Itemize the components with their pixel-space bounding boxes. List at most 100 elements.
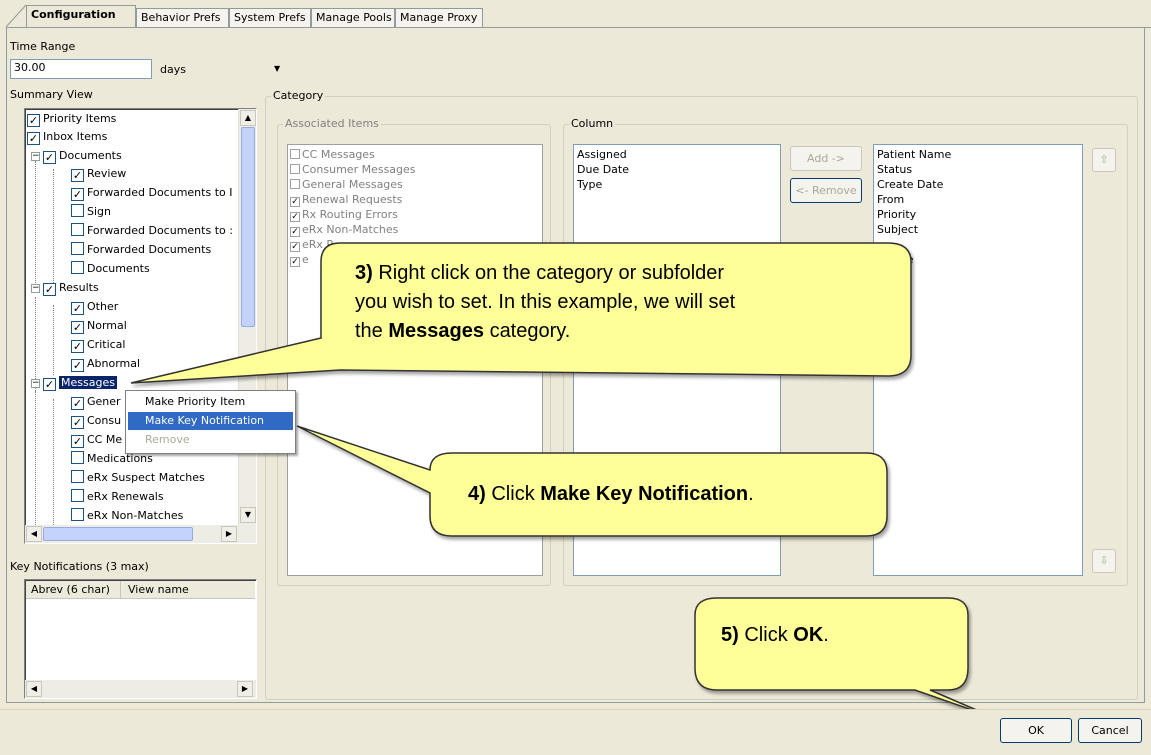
move-down-arrow-icon[interactable]: ⇩ [1092,549,1116,573]
scroll-down-icon[interactable]: ▼ [240,507,256,523]
checkbox-checked-icon[interactable]: ✓ [290,197,300,207]
scrollbar-thumb[interactable] [241,127,255,327]
menu-item-make-key-notification[interactable]: Make Key Notification [128,412,293,430]
menu-item-remove[interactable]: Remove [128,431,293,449]
list-item[interactable]: Due Date [577,162,629,177]
summary-view-tree[interactable]: ✓ Priority Items ✓ Inbox Items − ✓ Documents… [24,108,257,544]
list-item[interactable]: Status [877,162,912,177]
checkbox-checked-icon[interactable]: ✓ [71,321,84,334]
list-item[interactable]: Consumer Messages [290,162,416,177]
tree-item-consumer[interactable]: ✓ Consu [71,412,121,430]
tab-system-prefs[interactable]: System Prefs [229,8,311,28]
tree-item-cc-messages[interactable]: ✓ CC Me [71,431,122,449]
horizontal-scrollbar[interactable]: ◀ ▶ [25,680,256,698]
tab-manage-pools[interactable]: Manage Pools [311,8,395,28]
scroll-up-icon[interactable]: ▲ [240,110,256,126]
checkbox-checked-icon[interactable]: ✓ [290,257,300,267]
tree-item-forwarded-documents-to-s[interactable]: Forwarded Documents to : [71,222,233,240]
list-item[interactable]: e Date [877,252,914,267]
selected-columns-list[interactable]: Patient Name Status Create Date From Pri… [873,144,1083,576]
tree-item-documents-sub[interactable]: Documents [71,260,150,278]
time-range-input[interactable]: 30.00 [10,59,152,79]
tree-item-review[interactable]: ✓ Review [71,165,126,183]
tree-item-general[interactable]: ✓ Gener [71,393,121,411]
tree-vertical-scrollbar[interactable]: ▲ ▼ [238,109,256,525]
checkbox-checked-icon[interactable]: ✓ [71,359,84,372]
checkbox-checked-icon[interactable]: ✓ [43,378,56,391]
tree-item-erx-non-matches[interactable]: eRx Non-Matches [71,507,183,525]
scroll-right-icon[interactable]: ▶ [237,681,253,697]
list-item[interactable]: CC Messages [290,147,375,162]
list-item[interactable]: ✓ eRx R [290,237,334,252]
tree-item-messages[interactable]: − ✓ Messages [31,374,117,392]
tree-item-erx-suspect-matches[interactable]: eRx Suspect Matches [71,469,205,487]
checkbox-checked-icon[interactable]: ✓ [71,169,84,182]
list-item[interactable]: Priority [877,207,916,222]
checkbox-icon[interactable] [290,164,300,174]
list-item[interactable]: ✓ Rx Routing Errors [290,207,398,222]
list-item[interactable]: Create Date [877,177,943,192]
add-column-button[interactable]: Add -> [790,146,862,171]
list-item[interactable]: Subject [877,222,918,237]
associated-items-list[interactable]: CC Messages Consumer Messages General Me… [287,144,543,576]
scroll-right-icon[interactable]: ▶ [221,526,237,542]
list-item[interactable]: Assigned [577,147,627,162]
list-item[interactable]: From [877,192,904,207]
scrollbar-thumb[interactable] [43,527,193,541]
tree-item-normal[interactable]: ✓ Normal [71,317,127,335]
tree-item-forwarded-documents[interactable]: Forwarded Documents [71,241,211,259]
tree-item-erx-renewals[interactable]: eRx Renewals [71,488,164,506]
checkbox-icon[interactable] [71,242,84,255]
tree-horizontal-scrollbar[interactable]: ◀ ▶ [25,525,256,543]
list-item[interactable]: ✓ eRx Non-Matches [290,222,398,237]
checkbox-icon[interactable] [290,149,300,159]
list-item[interactable]: Patient Name [877,147,951,162]
list-item[interactable]: ✓ Renewal Requests [290,192,402,207]
checkbox-checked-icon[interactable]: ✓ [71,435,84,448]
checkbox-checked-icon[interactable]: ✓ [71,340,84,353]
available-columns-list[interactable]: Assigned Due Date Type [573,144,781,576]
checkbox-checked-icon[interactable]: ✓ [71,188,84,201]
checkbox-icon[interactable] [71,223,84,236]
checkbox-checked-icon[interactable]: ✓ [43,151,56,164]
tab-manage-proxy[interactable]: Manage Proxy [395,8,483,28]
checkbox-checked-icon[interactable]: ✓ [43,283,56,296]
move-up-arrow-icon[interactable]: ⇧ [1092,148,1116,172]
collapse-icon[interactable]: − [31,152,40,161]
time-unit-select[interactable]: days ▼ [154,61,280,79]
checkbox-checked-icon[interactable]: ✓ [71,302,84,315]
tab-configuration[interactable]: Configuration [26,5,136,28]
tree-item-documents[interactable]: − ✓ Documents [31,147,122,165]
scroll-left-icon[interactable]: ◀ [26,526,42,542]
scroll-left-icon[interactable]: ◀ [26,681,42,697]
checkbox-icon[interactable] [71,204,84,217]
checkbox-checked-icon[interactable]: ✓ [71,416,84,429]
checkbox-checked-icon[interactable]: ✓ [290,227,300,237]
list-item[interactable]: ✓ e [290,252,309,267]
chevron-down-icon[interactable]: ▼ [274,64,280,73]
tree-item-other[interactable]: ✓ Other [71,298,118,316]
tree-item-sign[interactable]: Sign [71,203,111,221]
remove-column-button[interactable]: <- Remove [790,178,862,203]
collapse-icon[interactable]: − [31,379,40,388]
checkbox-checked-icon[interactable]: ✓ [27,132,40,145]
column-header-view-name[interactable]: View name [128,583,189,596]
checkbox-checked-icon[interactable]: ✓ [71,397,84,410]
checkbox-icon[interactable] [290,179,300,189]
column-header-abrev[interactable]: Abrev (6 char) [31,583,110,596]
checkbox-icon[interactable] [71,470,84,483]
tree-item-abnormal[interactable]: ✓ Abnormal [71,355,140,373]
checkbox-icon[interactable] [71,508,84,521]
collapse-icon[interactable]: − [31,284,40,293]
key-notifications-list[interactable]: Abrev (6 char) View name ◀ ▶ [24,579,257,699]
list-item[interactable]: General Messages [290,177,403,192]
ok-button[interactable]: OK [1000,718,1072,743]
tree-item-inbox-items[interactable]: ✓ Inbox Items [27,128,107,146]
tree-item-critical[interactable]: ✓ Critical [71,336,125,354]
tree-item-results[interactable]: − ✓ Results [31,279,99,297]
list-item[interactable]: Type [577,177,602,192]
checkbox-checked-icon[interactable]: ✓ [290,212,300,222]
checkbox-icon[interactable] [71,451,84,464]
tab-behavior-prefs[interactable]: Behavior Prefs [136,8,229,28]
tree-item-priority-items[interactable]: ✓ Priority Items [27,110,116,128]
